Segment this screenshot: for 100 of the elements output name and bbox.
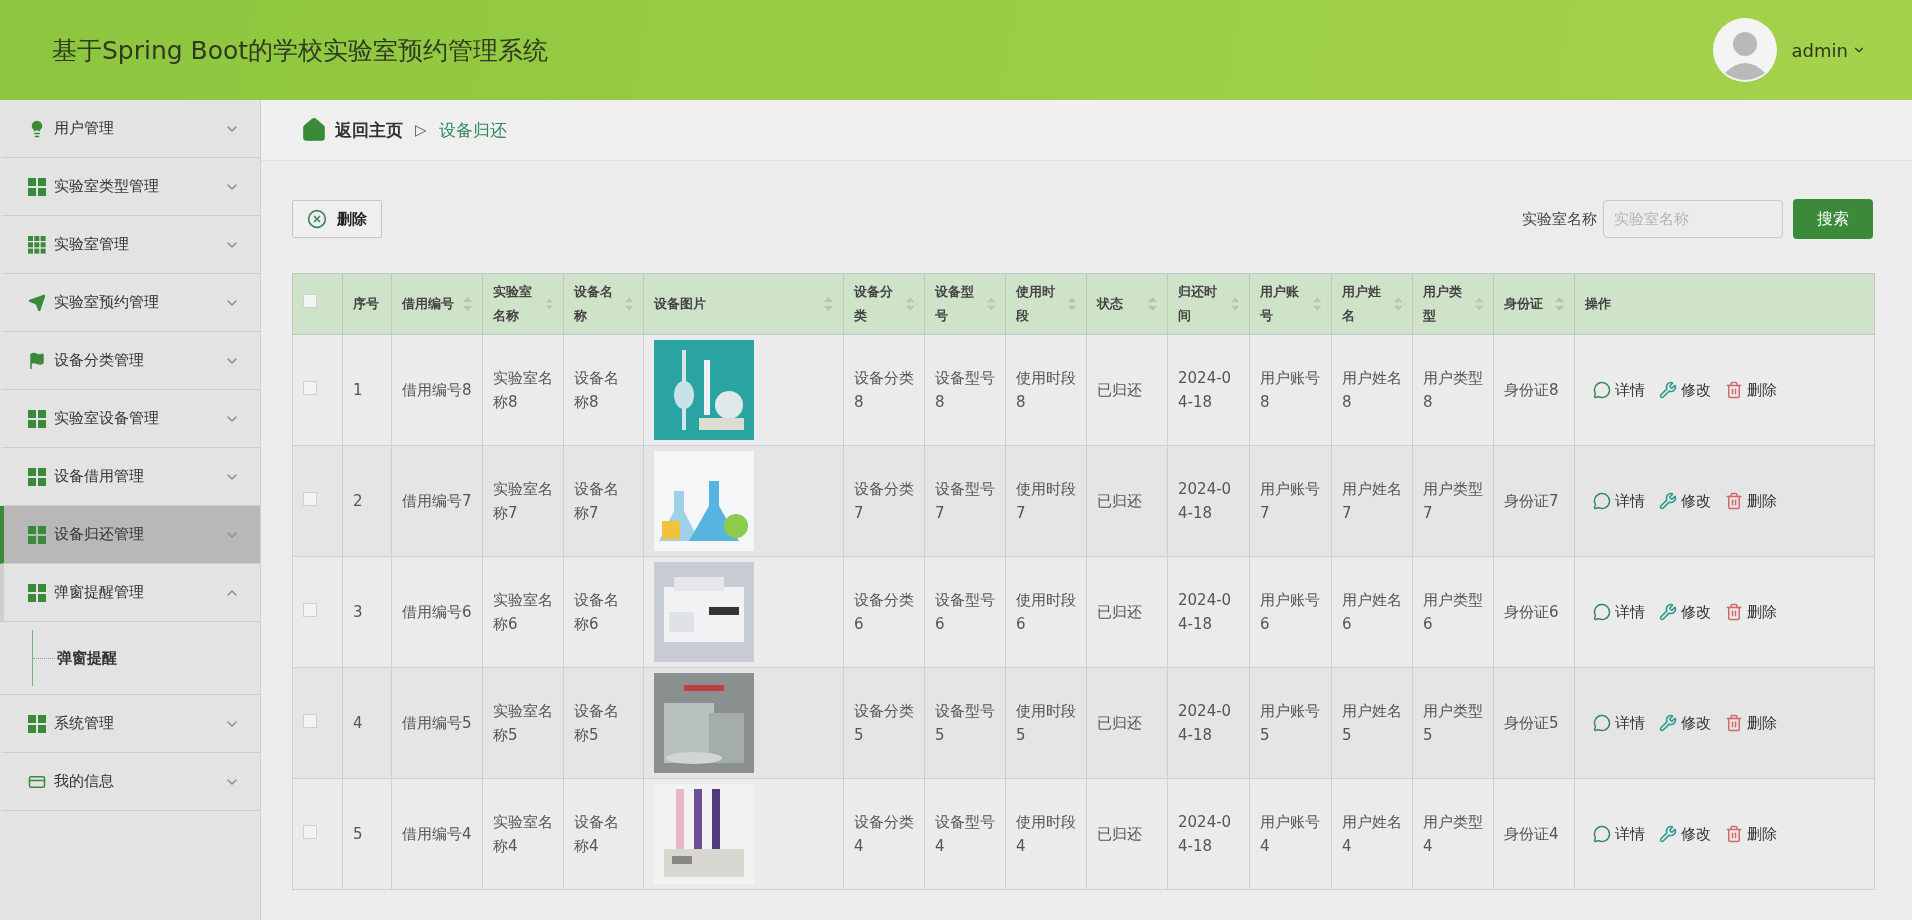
sort-icon[interactable] <box>824 297 833 311</box>
column-header[interactable]: 用户账号 <box>1249 273 1332 335</box>
column-header[interactable]: 用户姓名 <box>1331 273 1413 335</box>
table-cell: 2024-04-18 <box>1178 369 1232 411</box>
table-cell: 实验室名称7 <box>493 480 553 522</box>
column-header[interactable]: 用户类型 <box>1412 273 1494 335</box>
column-header[interactable]: 归还时间 <box>1167 273 1250 335</box>
delete-button[interactable]: 删除 <box>292 200 382 238</box>
sort-icon[interactable] <box>1312 297 1321 311</box>
trash-icon <box>1725 603 1743 621</box>
table-cell: 1 <box>353 381 363 399</box>
sort-icon[interactable] <box>905 297 914 311</box>
checkbox[interactable] <box>303 714 317 728</box>
column-header: 操作 <box>1574 273 1875 335</box>
action-link[interactable]: 删除 <box>1725 378 1777 402</box>
wrench-icon <box>1659 492 1677 510</box>
grid-icon <box>28 409 46 428</box>
action-link[interactable]: 修改 <box>1659 711 1711 735</box>
sort-icon[interactable] <box>546 297 553 311</box>
column-header[interactable]: 借用编号 <box>391 273 483 335</box>
action-link[interactable]: 修改 <box>1659 489 1711 513</box>
column-header[interactable]: 设备分类 <box>843 273 925 335</box>
sidebar-subitem[interactable]: 弹窗提醒 <box>32 630 260 686</box>
action-link[interactable]: 详情 <box>1593 822 1645 846</box>
paper-plane-icon <box>28 293 46 312</box>
table-cell: 用户姓名6 <box>1342 591 1402 633</box>
checkbox[interactable] <box>303 294 317 308</box>
action-link[interactable]: 详情 <box>1593 489 1645 513</box>
table-cell: 用户姓名4 <box>1342 813 1402 855</box>
action-link[interactable]: 删除 <box>1725 822 1777 846</box>
home-link[interactable]: 返回主页 <box>301 117 403 143</box>
action-link[interactable]: 删除 <box>1725 600 1777 624</box>
sort-icon[interactable] <box>1230 297 1239 311</box>
action-link[interactable]: 详情 <box>1593 600 1645 624</box>
table-cell: 用户姓名5 <box>1342 702 1402 744</box>
message-icon <box>1593 714 1611 732</box>
column-header[interactable]: 设备图片 <box>643 273 844 335</box>
user-menu[interactable]: admin <box>1791 39 1866 61</box>
sort-icon[interactable] <box>1555 297 1564 311</box>
table-cell: 已归还 <box>1097 825 1142 843</box>
table-cell: 2024-04-18 <box>1178 480 1232 522</box>
table-cell: 设备型号6 <box>935 591 995 633</box>
table-cell: 身份证4 <box>1504 825 1559 843</box>
table-cell: 设备分类8 <box>854 369 914 411</box>
action-link[interactable]: 删除 <box>1725 711 1777 735</box>
column-header[interactable]: 身份证 <box>1493 273 1575 335</box>
sort-icon[interactable] <box>1067 297 1076 311</box>
column-header[interactable]: 实验室名称 <box>482 273 564 335</box>
column-header[interactable]: 设备名称 <box>563 273 644 335</box>
table-cell: 使用时段7 <box>1016 480 1076 522</box>
table-cell: 设备名称4 <box>574 813 619 855</box>
sort-icon[interactable] <box>1148 297 1157 311</box>
table-cell: 实验室名称8 <box>493 369 553 411</box>
message-icon <box>1593 603 1611 621</box>
action-link[interactable]: 修改 <box>1659 378 1711 402</box>
trash-icon <box>1725 714 1743 732</box>
table-cell: 4 <box>353 714 363 732</box>
search-button[interactable]: 搜索 <box>1793 199 1873 239</box>
action-link[interactable]: 修改 <box>1659 600 1711 624</box>
action-link[interactable]: 详情 <box>1593 378 1645 402</box>
table-cell: 使用时段6 <box>1016 591 1076 633</box>
checkbox[interactable] <box>303 492 317 506</box>
wrench-icon <box>1659 381 1677 399</box>
sort-icon[interactable] <box>1393 297 1402 311</box>
table-cell: 身份证5 <box>1504 714 1559 732</box>
checkbox[interactable] <box>303 381 317 395</box>
sort-icon[interactable] <box>1474 297 1483 311</box>
table-cell: 设备分类5 <box>854 702 914 744</box>
breadcrumb-separator: ▷ <box>415 121 427 139</box>
grid-icon <box>28 467 46 486</box>
checkbox[interactable] <box>303 603 317 617</box>
table-cell: 用户账号5 <box>1260 702 1320 744</box>
table-cell: 设备名称7 <box>574 480 619 522</box>
grid-icon <box>28 177 46 196</box>
column-header[interactable]: 状态 <box>1086 273 1168 335</box>
table-cell: 设备分类6 <box>854 591 914 633</box>
table-cell: 5 <box>353 825 363 843</box>
table-cell: 设备分类4 <box>854 813 914 855</box>
table-cell: 2024-04-18 <box>1178 813 1232 855</box>
table-cell: 设备型号4 <box>935 813 995 855</box>
action-link[interactable]: 删除 <box>1725 489 1777 513</box>
sort-icon[interactable] <box>463 297 472 311</box>
wrench-icon <box>1659 603 1677 621</box>
column-header[interactable]: 使用时段 <box>1005 273 1087 335</box>
checkbox[interactable] <box>303 825 317 839</box>
avatar[interactable] <box>1711 17 1778 83</box>
sort-icon[interactable] <box>986 297 995 311</box>
action-link[interactable]: 修改 <box>1659 822 1711 846</box>
table-cell: 用户类型8 <box>1423 369 1483 411</box>
table-cell: 使用时段8 <box>1016 369 1076 411</box>
action-link[interactable]: 详情 <box>1593 711 1645 735</box>
grid-icon <box>28 714 46 733</box>
table-cell: 用户账号6 <box>1260 591 1320 633</box>
column-header[interactable]: 设备型号 <box>924 273 1006 335</box>
sort-icon[interactable] <box>624 297 633 311</box>
table-cell: 2024-04-18 <box>1178 591 1232 633</box>
sidebar-item[interactable]: 弹窗提醒管理 <box>0 564 260 622</box>
sidebar-item[interactable]: 设备归还管理 <box>0 506 260 564</box>
table-cell: 用户姓名7 <box>1342 480 1402 522</box>
table-cell: 设备名称8 <box>574 369 619 411</box>
